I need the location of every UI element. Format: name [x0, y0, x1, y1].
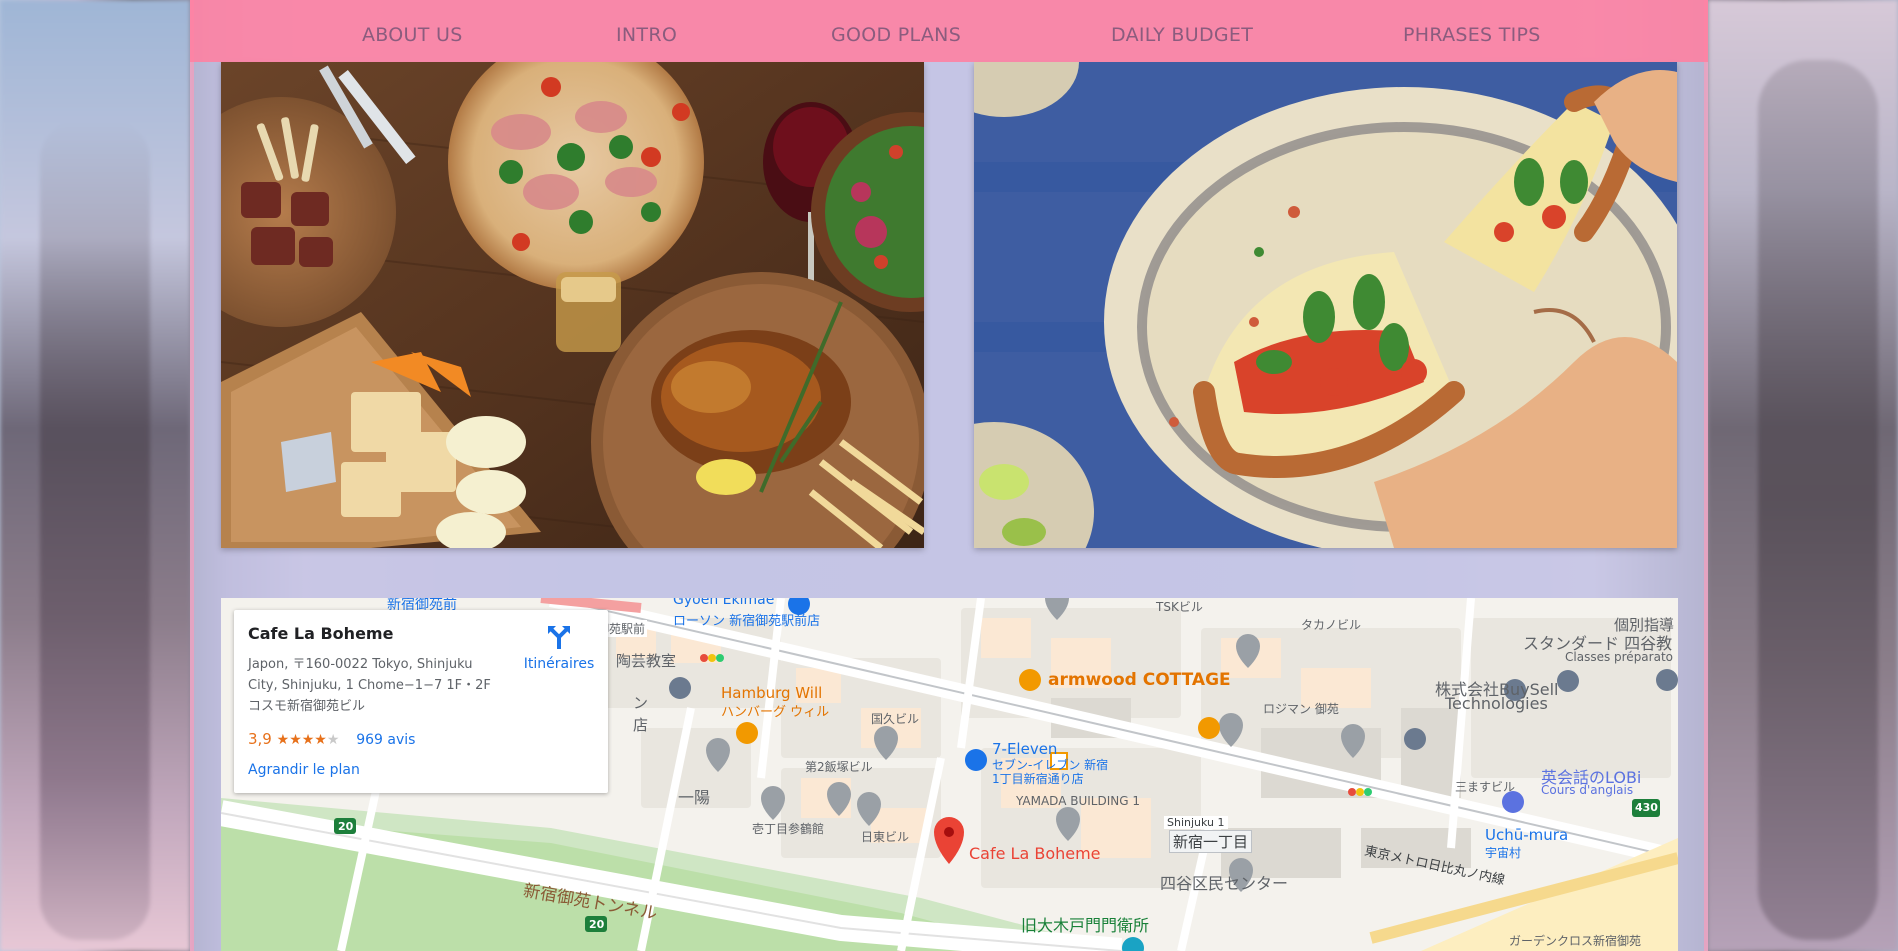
map-label-shinjuku1: Shinjuku 1: [1164, 816, 1228, 829]
map-label-uchumura: Uchū-mura: [1485, 826, 1569, 844]
map-label-armwood: armwood COTTAGE: [1048, 670, 1231, 690]
directions-label: Itinéraires: [523, 656, 595, 672]
reviews-link[interactable]: 969 avis: [356, 732, 415, 748]
map-label-garden-cross: ガーデンクロス新宿御苑: [1509, 934, 1642, 948]
nav-about-us[interactable]: ABOUT US: [362, 24, 463, 46]
map-label-cafe[interactable]: Cafe La Boheme: [969, 844, 1101, 863]
route-shield-20a: 20: [338, 820, 354, 833]
nav-good-plans[interactable]: GOOD PLANS: [831, 24, 961, 46]
map-label-rojiman: ロジマン 御苑: [1263, 702, 1339, 716]
map-label-shinjuku1-jp: 新宿一丁目: [1169, 830, 1253, 853]
map-label-lawson: ローソン 新宿御苑駅前店: [673, 614, 821, 629]
map-label-inside2: 店: [633, 716, 649, 734]
map-label-okido: 旧大木戸門門衛所: [1021, 916, 1150, 935]
map-label-hamburg: Hamburg Will: [721, 684, 823, 702]
map-label-nitto: 日東ビル: [861, 830, 910, 844]
map-label-daini: 第2飯塚ビル: [805, 760, 873, 774]
route-shield-430: 430: [1635, 801, 1658, 814]
map-label-eikaiwa-fr: Cours d'anglais: [1541, 783, 1634, 797]
map-label-classes: Classes préparato: [1565, 650, 1673, 664]
map-label-yamada: YAMADA BUILDING 1: [1016, 794, 1140, 808]
nav-daily-budget[interactable]: DAILY BUDGET: [1111, 24, 1253, 46]
route-shield-20b: 20: [589, 918, 605, 931]
enlarge-map-link[interactable]: Agrandir le plan: [248, 762, 360, 778]
nav-phrases-tips[interactable]: PHRASES TIPS: [1403, 24, 1541, 46]
background-left-blur: [0, 0, 190, 951]
anime-pizza-photo: [974, 62, 1677, 548]
map-label-gyoen-ekimae: Gyoen Ekimae: [673, 598, 775, 608]
map-label-seven-jp2: 1丁目新宿通り店: [992, 772, 1084, 786]
rating-value: 3,9: [248, 730, 272, 748]
directions-icon: [548, 626, 570, 649]
place-rating: 3,9 ★★★★★ 969 avis: [248, 730, 415, 748]
map-label-uchumura-jp: 宇宙村: [1485, 846, 1522, 860]
map-label-ichiyo: 一陽: [678, 788, 711, 807]
map-place-card: Cafe La Boheme Japon, 〒160-0022 Tokyo, S…: [234, 610, 608, 793]
map-label-takano: タカノビル: [1301, 618, 1362, 632]
map-label-yotsuya: 四谷区民センター: [1160, 874, 1289, 893]
map-label-inside: ン: [633, 694, 649, 712]
nav-intro[interactable]: INTRO: [616, 24, 677, 46]
place-title: Cafe La Boheme: [248, 624, 394, 643]
map-label-buysell-en: Technologies: [1445, 694, 1548, 713]
place-address: Japon, 〒160-0022 Tokyo, Shinjuku City, S…: [248, 657, 491, 714]
map-label-tsk: TSKビル: [1156, 600, 1203, 614]
map-label-hamburg-jp: ハンバーグ ウィル: [721, 705, 830, 720]
map-label-ikecho: 壱丁目参鶴館: [752, 822, 825, 836]
top-navbar: ABOUT US INTRO GOOD PLANS DAILY BUDGET P…: [190, 0, 1708, 62]
map-label-engei: 陶芸教室: [616, 652, 677, 670]
map-label-mitsuwa: 三ますビル: [1455, 780, 1516, 794]
background-right-blur: [1708, 0, 1898, 951]
food-table-photo: [221, 62, 924, 548]
rating-stars-icon: ★★★★★: [276, 732, 340, 748]
directions-button[interactable]: Itinéraires: [516, 624, 602, 672]
map-label-kokukyu: 国久ビル: [871, 712, 920, 726]
